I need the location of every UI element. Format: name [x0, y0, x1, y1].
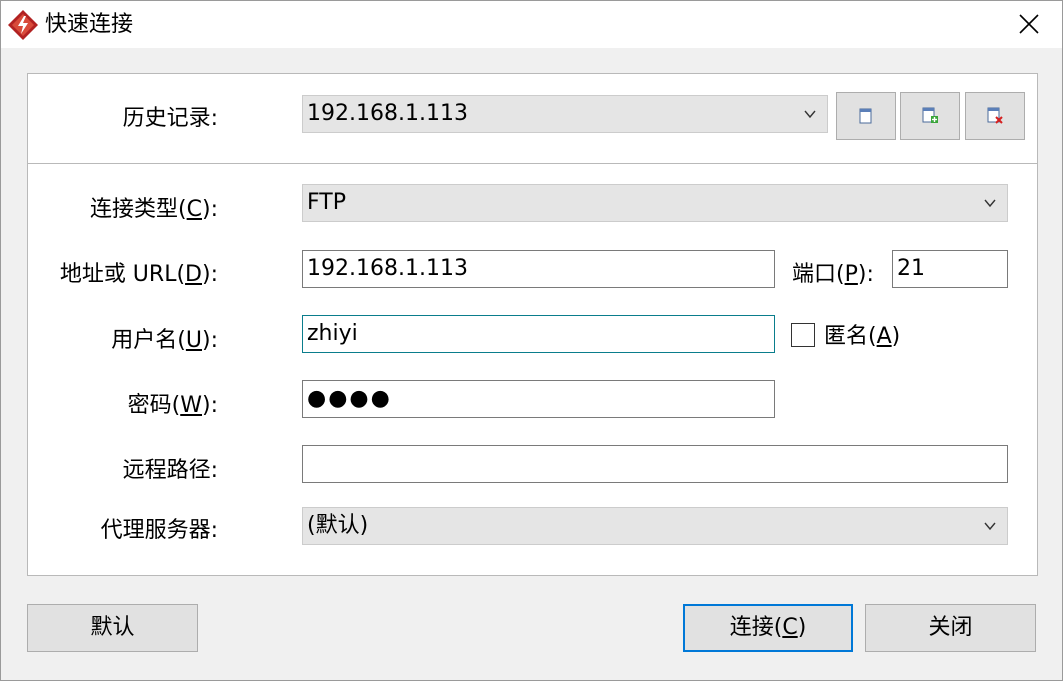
history-delete-button[interactable]	[965, 92, 1025, 140]
chevron-down-icon	[984, 522, 996, 531]
connection-type-select[interactable]: FTP	[302, 184, 1008, 222]
history-add-button[interactable]	[900, 92, 960, 140]
lightning-app-icon	[8, 10, 38, 40]
address-label: 地址或 URL(D):	[59, 262, 218, 287]
port-label: 端口(P):	[792, 262, 874, 287]
username-input[interactable]: zhiyi	[302, 315, 775, 353]
new-document-icon	[859, 108, 872, 124]
password-label: 密码(W):	[127, 393, 218, 418]
anonymous-checkbox[interactable]	[791, 323, 815, 347]
title-bar: 快速连接	[1, 1, 1062, 48]
history-label: 历史记录:	[122, 106, 218, 131]
close-icon	[1019, 14, 1039, 34]
chevron-down-icon	[984, 199, 996, 208]
close-window-button[interactable]	[1006, 1, 1052, 47]
connection-type-value: FTP	[307, 190, 346, 215]
delete-document-icon	[987, 107, 1003, 124]
history-select[interactable]: 192.168.1.113	[302, 95, 828, 133]
close-button[interactable]: 关闭	[865, 604, 1036, 652]
address-input[interactable]: 192.168.1.113	[302, 250, 775, 288]
history-new-button[interactable]	[836, 92, 896, 140]
connection-panel: 连接类型(C): FTP 地址或 URL(D): 192.168.1.113 端…	[27, 163, 1038, 576]
proxy-value: (默认)	[307, 513, 369, 538]
window-title: 快速连接	[45, 12, 134, 37]
connection-type-label: 连接类型(C):	[90, 197, 218, 222]
port-input[interactable]: 21	[892, 250, 1008, 288]
history-panel: 历史记录: 192.168.1.113	[27, 73, 1038, 164]
anonymous-label: 匿名(A)	[824, 324, 901, 349]
default-button[interactable]: 默认	[27, 604, 198, 652]
remote-path-input[interactable]	[302, 445, 1008, 483]
add-document-icon	[922, 107, 938, 123]
username-label: 用户名(U):	[111, 328, 218, 353]
remote-path-label: 远程路径:	[122, 458, 218, 483]
history-value: 192.168.1.113	[307, 101, 468, 126]
proxy-select[interactable]: (默认)	[302, 507, 1008, 545]
connect-button[interactable]: 连接(C)	[683, 604, 853, 652]
password-input[interactable]: ●●●●	[302, 380, 775, 418]
chevron-down-icon	[804, 110, 816, 119]
quick-connect-dialog: 快速连接 历史记录: 192.168.1.113 连接类型(C): FTP 地址…	[0, 0, 1063, 681]
proxy-label: 代理服务器:	[100, 518, 218, 543]
